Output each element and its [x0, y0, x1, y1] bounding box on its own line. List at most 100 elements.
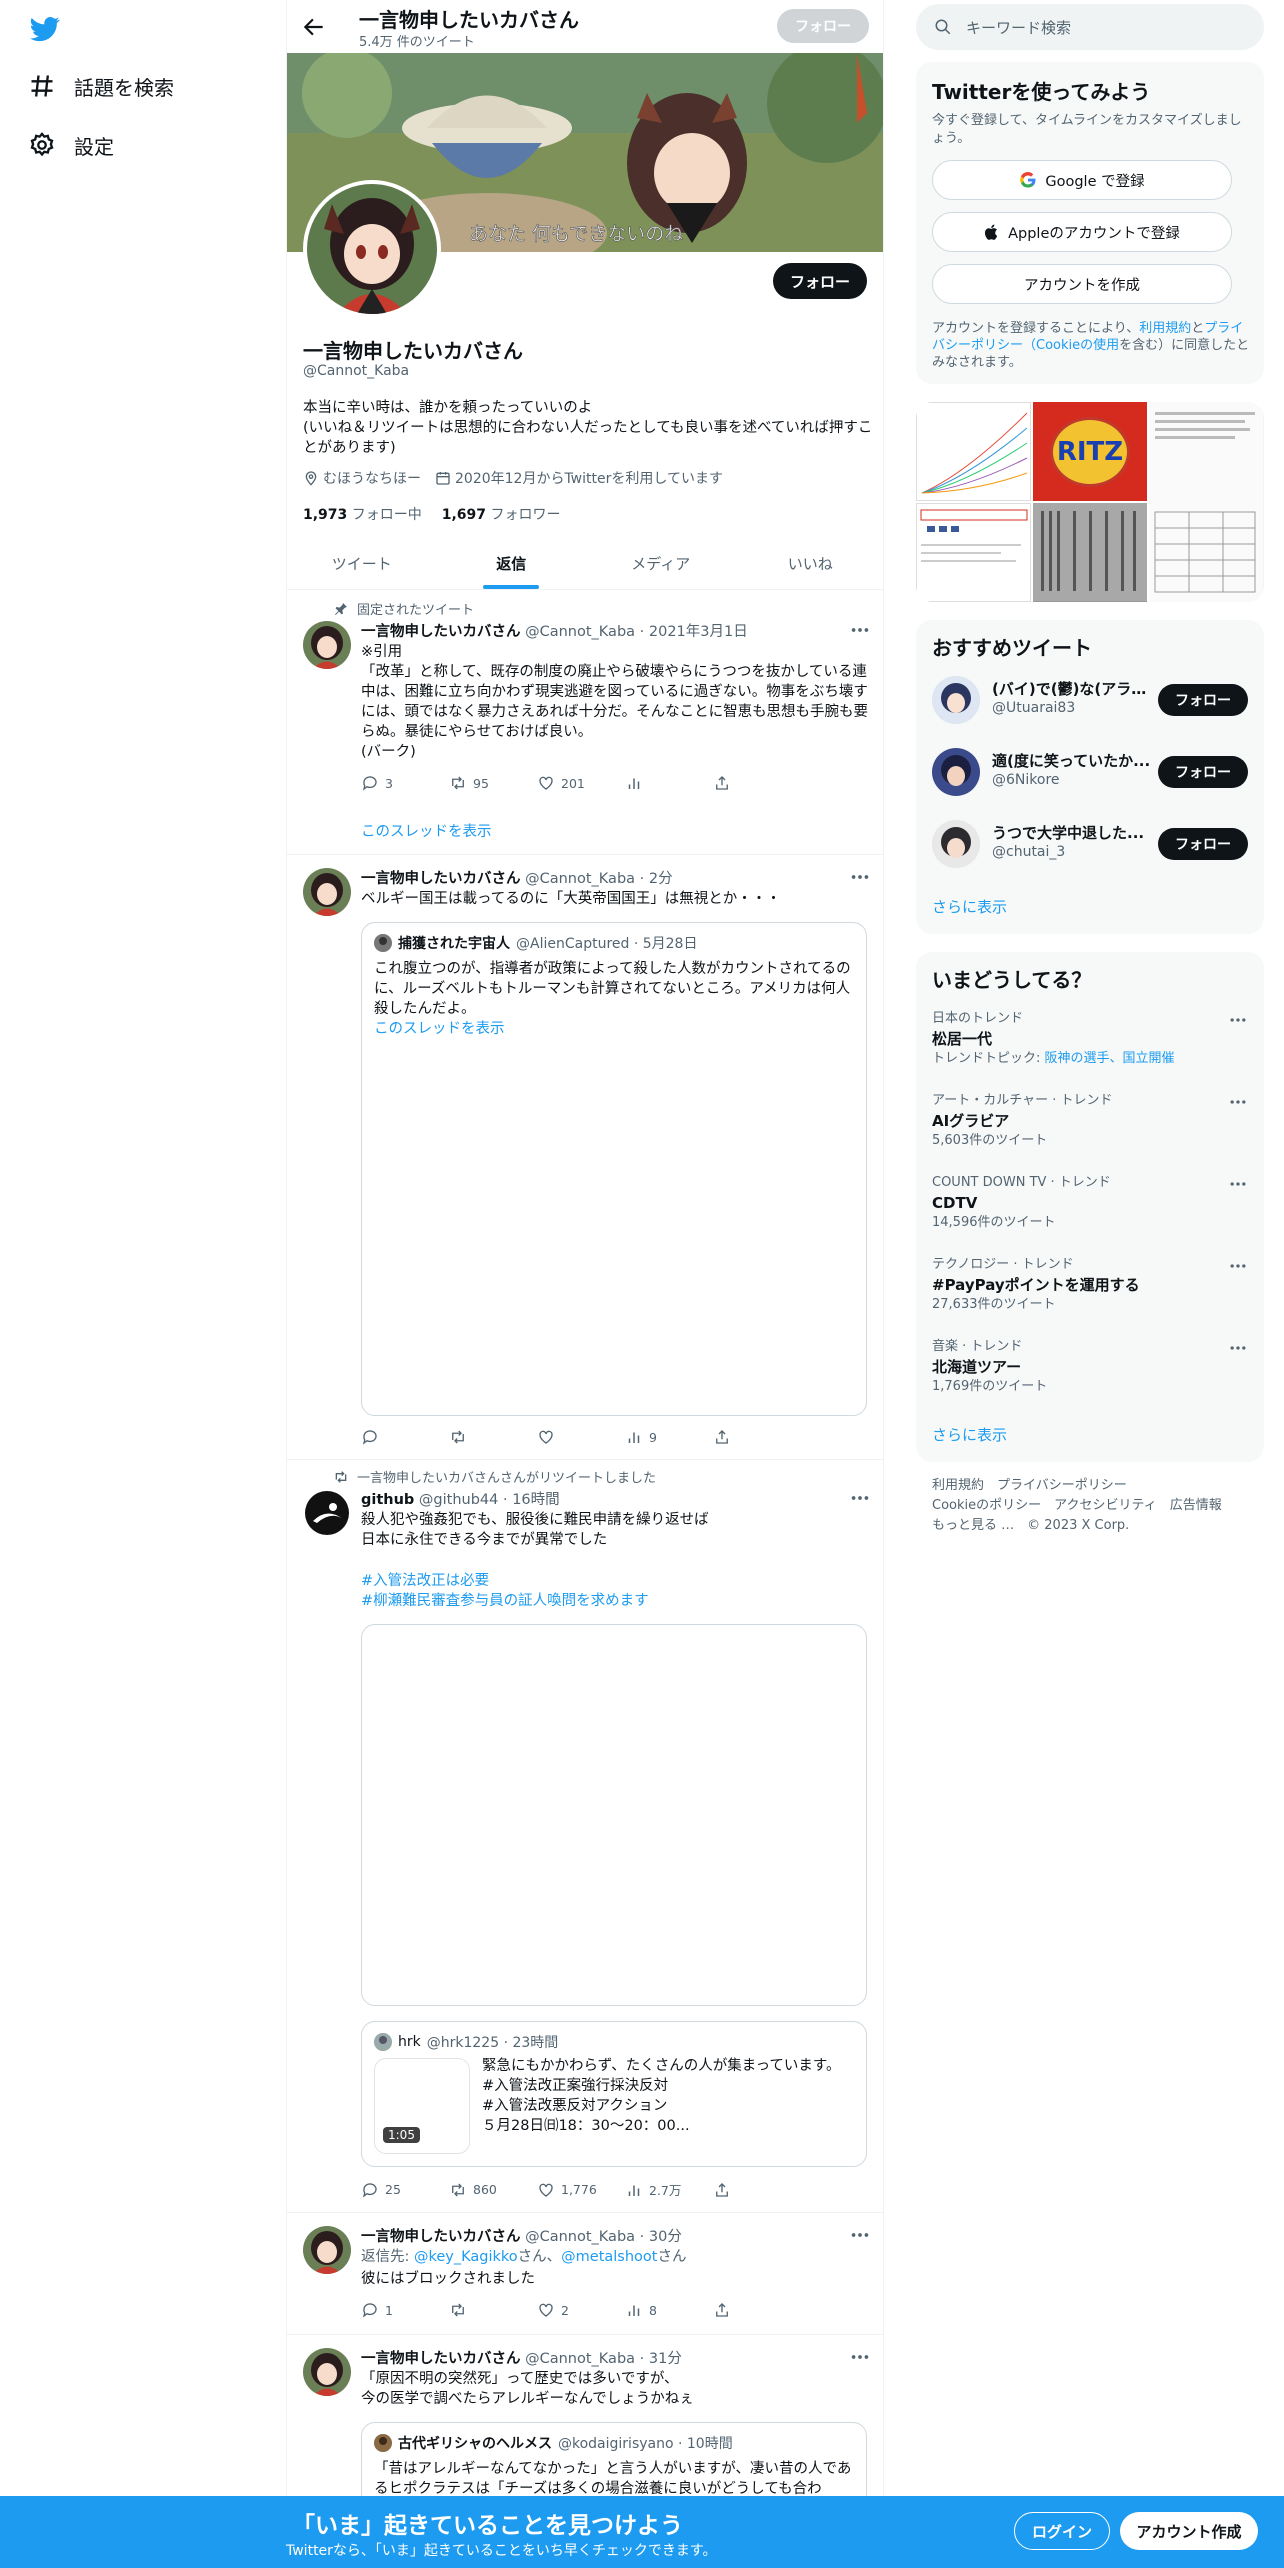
hashtag-link[interactable]: #入管法改正は必要	[361, 1571, 871, 1591]
quoted-tweet[interactable]: hrk @hrk1225 · 23時間 1:05 緊急にもかかわらず、たくさんの…	[361, 2021, 867, 2167]
tweet-author-name[interactable]: 一言物申したいカバさん	[361, 624, 521, 640]
more-options-icon[interactable]	[849, 1487, 871, 1509]
google-signup-button[interactable]: Google で登録	[932, 160, 1232, 200]
avatar[interactable]	[303, 621, 351, 669]
suggestion-name[interactable]: 適(度に笑っていたか...	[992, 750, 1152, 771]
trend-item[interactable]: アート・カルチャー · トレンド AIグラビア 5,603件のツイート	[932, 1092, 1248, 1150]
tweet-meta[interactable]: @Cannot_Kaba · 2021年3月1日	[525, 624, 748, 640]
nav-explore[interactable]: 話題を検索	[28, 66, 174, 106]
footer-privacy-link[interactable]: プライバシーポリシー	[997, 1478, 1127, 1493]
follow-button[interactable]: フォロー	[1158, 684, 1248, 716]
login-button[interactable]: ログイン	[1014, 2512, 1110, 2550]
quoted-tweet[interactable]: 捕獲された宇宙人 @AlienCaptured · 5月28日 これ腹立つのが、…	[361, 922, 867, 1416]
reply-button[interactable]: 3	[361, 774, 449, 792]
video-thumbnail[interactable]: 1:05	[374, 2058, 470, 2154]
avatar[interactable]	[303, 1489, 351, 1537]
follow-button[interactable]: フォロー	[1158, 756, 1248, 788]
retweet-button[interactable]	[449, 1428, 537, 1446]
media-thumbnail[interactable]: RITZ	[1032, 402, 1148, 501]
tab-media[interactable]: メディア	[586, 537, 736, 589]
share-button[interactable]	[713, 2180, 801, 2199]
reply-to-mention[interactable]: @key_Kagikko	[414, 2249, 518, 2265]
analytics-button[interactable]: 8	[625, 2301, 713, 2319]
tab-tweets[interactable]: ツイート	[287, 537, 437, 589]
follow-suggestion[interactable]: 適(度に笑っていたか... @6Nikore フォロー	[932, 744, 1248, 800]
followers-link[interactable]: 1,697 フォロワー	[442, 504, 561, 524]
tweet-meta[interactable]: @github44 · 16時間	[419, 1492, 560, 1508]
share-button[interactable]	[713, 2301, 801, 2319]
search-input-placeholder[interactable]: キーワード検索	[966, 17, 1071, 38]
more-options-icon[interactable]	[849, 2346, 871, 2368]
reply-button[interactable]: 1	[361, 2301, 449, 2319]
back-arrow-icon[interactable]	[301, 14, 327, 40]
more-options-icon[interactable]	[849, 866, 871, 888]
share-button[interactable]	[713, 1428, 801, 1446]
profile-avatar[interactable]	[303, 180, 441, 318]
profile-follow-button[interactable]: フォロー	[773, 263, 867, 299]
avatar[interactable]	[932, 676, 980, 724]
analytics-button[interactable]: 2.7万	[625, 2180, 713, 2199]
show-more-link[interactable]: さらに表示	[932, 896, 1007, 917]
tweet-meta[interactable]: @Cannot_Kaba · 31分	[525, 2351, 682, 2367]
media-thumbnail[interactable]	[1149, 402, 1264, 602]
tab-replies[interactable]: 返信	[437, 537, 587, 589]
like-button[interactable]	[537, 1428, 625, 1446]
tweet-author-name[interactable]: 一言物申したいカバさん	[361, 2351, 521, 2367]
trend-item[interactable]: テクノロジー · トレンド #PayPayポイントを運用する 27,633件のツ…	[932, 1256, 1248, 1314]
retweet-button[interactable]: 95	[449, 774, 537, 792]
more-options-icon[interactable]	[1228, 1174, 1248, 1194]
more-options-icon[interactable]	[849, 619, 871, 641]
trend-item[interactable]: 日本のトレンド 松居一代 トレンドトピック: 阪神の選手、国立開催	[932, 1010, 1248, 1068]
reply-button[interactable]	[361, 1428, 449, 1446]
tweet-author-name[interactable]: github	[361, 1492, 414, 1508]
media-thumbnail[interactable]	[916, 503, 1031, 602]
apple-signup-button[interactable]: Appleのアカウントで登録	[932, 212, 1232, 252]
like-button[interactable]: 2	[537, 2301, 625, 2319]
avatar[interactable]	[303, 868, 351, 916]
media-card[interactable]	[361, 1624, 867, 2006]
footer-ads-link[interactable]: 広告情報	[1170, 1498, 1222, 1513]
tweet-item[interactable]: 一言物申したいカバさんさんがリツイートしました github @github44…	[287, 1461, 883, 2213]
more-options-icon[interactable]	[1228, 1256, 1248, 1276]
follow-button[interactable]: フォロー	[1158, 828, 1248, 860]
retweet-button[interactable]	[449, 2301, 537, 2319]
media-thumbnail[interactable]	[916, 402, 1031, 501]
trend-item[interactable]: 音楽 · トレンド 北海道ツアー 1,769件のツイート	[932, 1338, 1248, 1396]
show-thread-link[interactable]: このスレッドを表示	[361, 820, 492, 841]
analytics-button[interactable]	[625, 774, 713, 792]
footer-more-link[interactable]: もっと見る …	[932, 1518, 1014, 1533]
follow-suggestion[interactable]: うつで大学中退した... @chutai_3 フォロー	[932, 816, 1248, 872]
more-options-icon[interactable]	[1228, 1092, 1248, 1112]
more-options-icon[interactable]	[849, 2224, 871, 2246]
search-box[interactable]: キーワード検索	[916, 4, 1264, 50]
tweet-item[interactable]: 一言物申したいカバさん @Cannot_Kaba · 30分 返信先: @key…	[287, 2214, 883, 2335]
footer-terms-link[interactable]: 利用規約	[932, 1478, 984, 1493]
tweet-item[interactable]: 一言物申したいカバさん @Cannot_Kaba · 2分 ベルギー国王は載って…	[287, 856, 883, 1460]
media-thumbnail[interactable]	[1032, 503, 1148, 602]
show-more-link[interactable]: さらに表示	[932, 1424, 1007, 1445]
header-follow-button[interactable]: フォロー	[777, 9, 869, 43]
tweet-item[interactable]: 固定されたツイート 一言物申したいカバさん @Cannot_Kaba · 202…	[287, 591, 883, 855]
quoted-show-thread-link[interactable]: このスレッドを表示	[374, 1019, 856, 1039]
signup-button[interactable]: アカウント作成	[1120, 2512, 1258, 2550]
retweet-button[interactable]: 860	[449, 2180, 537, 2199]
hashtag-link[interactable]: #柳瀬難民審査参与員の証人喚問を求めます	[361, 1591, 871, 1611]
tweet-author-name[interactable]: 一言物申したいカバさん	[361, 2229, 521, 2245]
avatar[interactable]	[303, 2348, 351, 2396]
create-account-button[interactable]: アカウントを作成	[932, 264, 1232, 304]
avatar[interactable]	[932, 820, 980, 868]
share-button[interactable]	[713, 774, 801, 792]
tweet-author-name[interactable]: 一言物申したいカバさん	[361, 871, 521, 887]
reply-to-mention[interactable]: @metalshoot	[561, 2249, 657, 2265]
tab-likes[interactable]: いいね	[736, 537, 884, 589]
nav-settings[interactable]: 設定	[28, 125, 114, 165]
tweet-meta[interactable]: @Cannot_Kaba · 2分	[525, 871, 672, 887]
more-options-icon[interactable]	[1228, 1338, 1248, 1358]
more-options-icon[interactable]	[1228, 1010, 1248, 1030]
like-button[interactable]: 201	[537, 774, 625, 792]
retweeted-by-text[interactable]: 一言物申したいカバさんさんがリツイートしました	[357, 1467, 656, 1486]
avatar[interactable]	[932, 748, 980, 796]
footer-cookie-link[interactable]: Cookieのポリシー	[932, 1498, 1041, 1513]
footer-accessibility-link[interactable]: アクセシビリティ	[1054, 1498, 1157, 1513]
following-link[interactable]: 1,973 フォロー中	[303, 504, 422, 524]
